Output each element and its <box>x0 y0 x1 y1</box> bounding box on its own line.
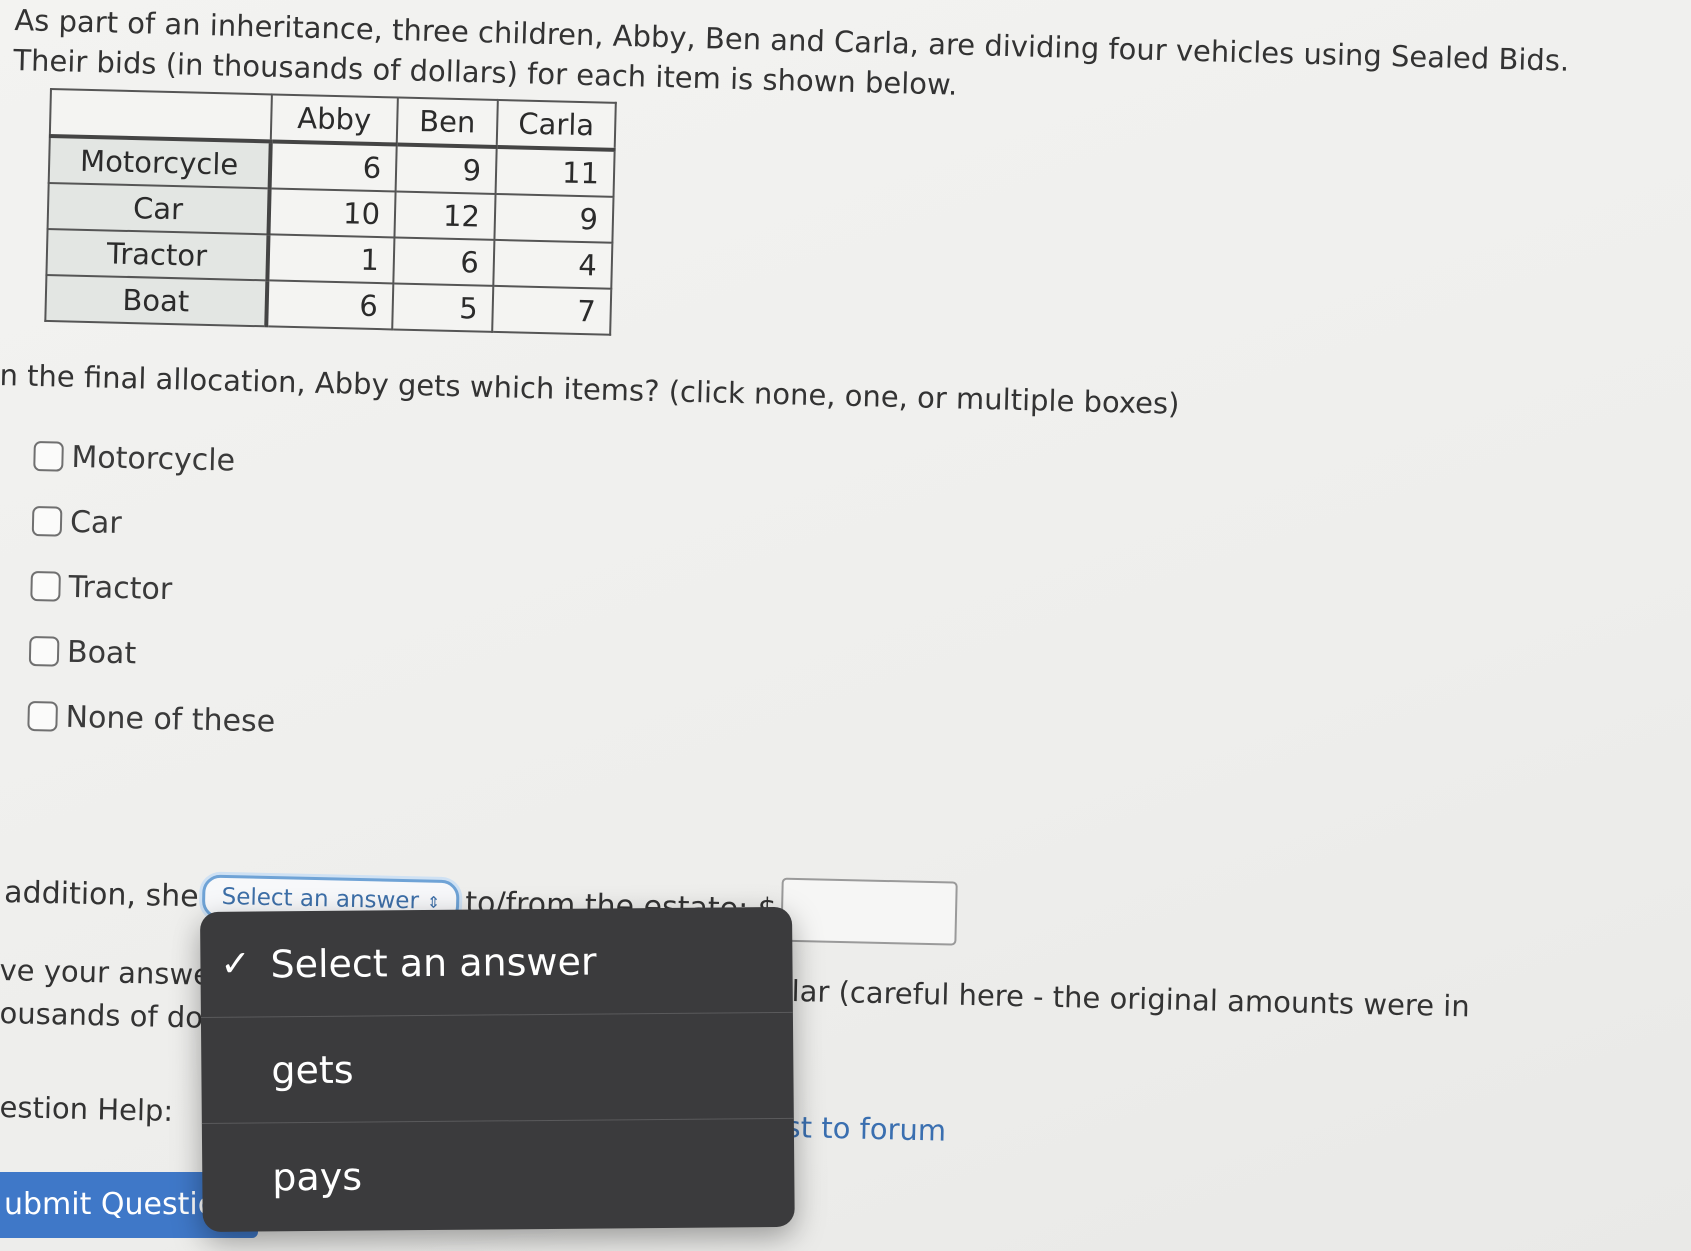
chevron-up-down-icon: ⇕ <box>426 892 441 912</box>
checkbox-motorcycle[interactable]: Motorcycle <box>33 436 281 482</box>
table-cell: 6 <box>266 280 394 330</box>
answer-instruction-right: lar (careful here - the original amounts… <box>791 974 1471 1024</box>
checkbox-tractor[interactable]: Tractor <box>30 566 278 612</box>
table-cell: 10 <box>268 188 396 238</box>
table-cell: 5 <box>392 283 494 332</box>
checkbox-label: Tractor <box>68 569 173 607</box>
answer-choices: Motorcycle Car Tractor Boat None of thes… <box>27 436 282 767</box>
select-dropdown-menu: ✓ Select an answer gets pays <box>200 906 795 1232</box>
bids-table: Abby Ben Carla Motorcycle 6 9 11 Car 10 … <box>44 88 617 336</box>
menu-item-label: Select an answer <box>270 939 597 986</box>
menu-item-select-an-answer[interactable]: ✓ Select an answer <box>200 906 793 1018</box>
menu-item-label: gets <box>271 1047 354 1092</box>
checkbox-box[interactable] <box>31 505 63 537</box>
menu-item-pays[interactable]: pays <box>202 1119 795 1232</box>
row-header-motorcycle: Motorcycle <box>48 136 271 189</box>
column-header-abby: Abby <box>270 94 398 145</box>
screen: As part of an inheritance, three childre… <box>0 0 1691 1251</box>
post-to-forum-link[interactable]: st to forum <box>785 1110 946 1148</box>
menu-item-spacer <box>201 1070 271 1071</box>
checkbox-label: Car <box>69 504 123 541</box>
table-cell: 6 <box>393 237 495 286</box>
row-header-car: Car <box>47 182 270 235</box>
checkbox-none-of-these[interactable]: None of these <box>27 696 276 742</box>
table-cell: 6 <box>269 141 397 192</box>
checkbox-boat[interactable]: Boat <box>28 631 277 677</box>
table-cell: 1 <box>267 234 395 284</box>
menu-item-spacer <box>202 1177 272 1178</box>
checkbox-box[interactable] <box>28 635 60 667</box>
checkbox-box[interactable] <box>30 570 61 602</box>
table-cell: 9 <box>494 193 614 243</box>
table-cell: 11 <box>495 146 615 197</box>
table-corner-cell <box>49 89 272 142</box>
checkbox-car[interactable]: Car <box>31 501 280 547</box>
row-header-tractor: Tractor <box>46 228 269 281</box>
checkbox-label: Motorcycle <box>71 439 236 479</box>
dollar-amount-input[interactable] <box>780 877 958 946</box>
checkbox-box[interactable] <box>33 440 64 472</box>
checkbox-box[interactable] <box>27 700 58 732</box>
addition-prefix: addition, she <box>3 874 200 914</box>
table-cell: 7 <box>492 285 612 335</box>
menu-item-gets[interactable]: gets <box>200 1012 794 1124</box>
answer-instruction-line-2: ousands of dol <box>0 996 212 1035</box>
question-prompt: n the final allocation, Abby gets which … <box>0 358 1180 421</box>
column-header-ben: Ben <box>396 97 498 147</box>
question-help-label: estion Help: <box>0 1090 174 1128</box>
checkbox-label: Boat <box>66 634 137 671</box>
table-cell: 4 <box>493 239 613 289</box>
menu-item-label: pays <box>272 1154 363 1200</box>
checkbox-label: None of these <box>65 699 276 740</box>
column-header-carla: Carla <box>496 99 616 150</box>
answer-instruction-line-1: ve your answe <box>0 953 212 992</box>
row-header-boat: Boat <box>45 274 268 327</box>
checkmark-icon: ✓ <box>220 943 251 985</box>
table-cell: 9 <box>395 144 497 194</box>
table-cell: 12 <box>394 191 496 240</box>
